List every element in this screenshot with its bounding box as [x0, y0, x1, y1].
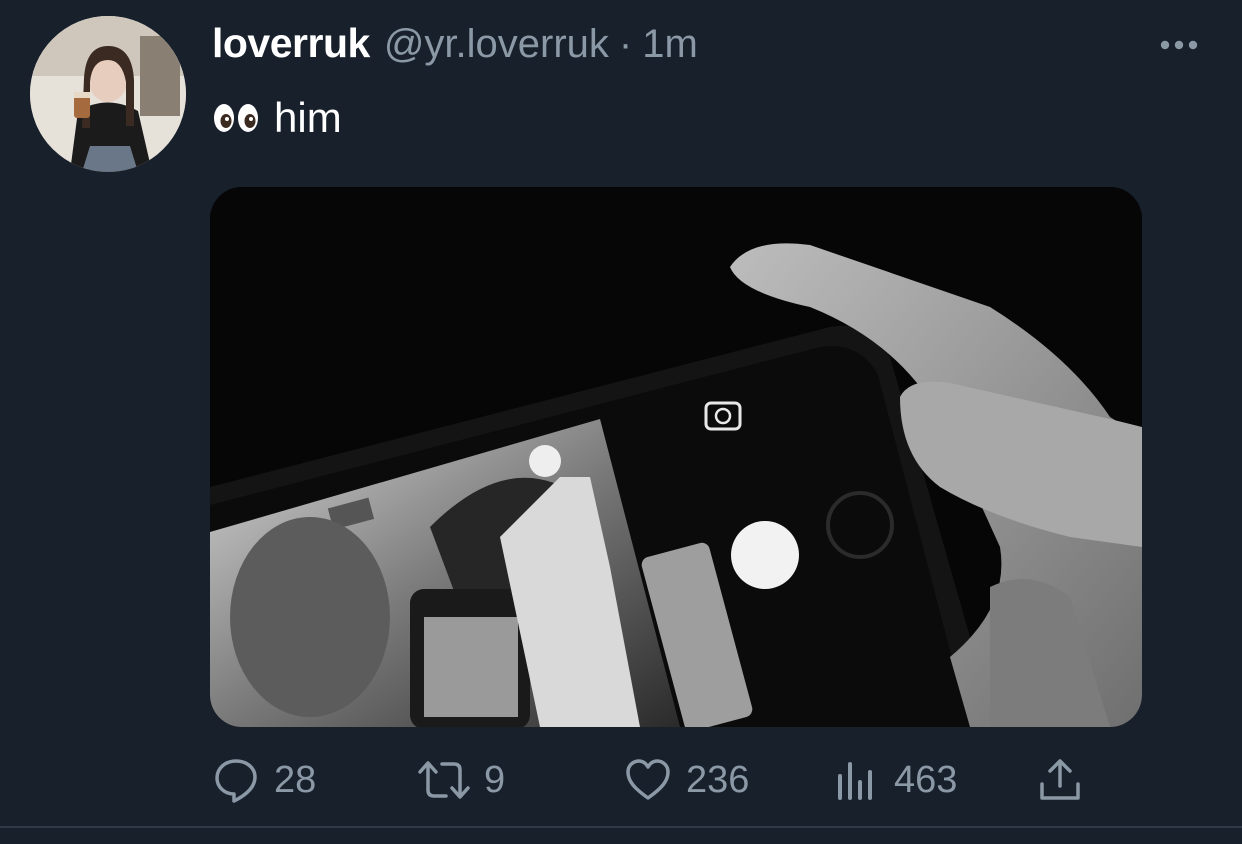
- reply-button[interactable]: 28: [212, 752, 316, 808]
- share-icon: [1040, 759, 1080, 800]
- action-bar: 28 9 236 463: [212, 752, 1092, 808]
- views-count: 463: [894, 758, 958, 801]
- more-horizontal-icon: [1160, 40, 1198, 50]
- retweet-count: 9: [484, 758, 506, 801]
- like-count: 236: [686, 758, 750, 801]
- share-button[interactable]: [1036, 752, 1098, 808]
- heart-icon: [626, 759, 670, 800]
- tweet-header: loverruk @yr.loverruk · 1m: [212, 20, 698, 72]
- tweet-text-body: him: [274, 94, 342, 141]
- more-options-button[interactable]: [1156, 30, 1202, 60]
- tweet-media[interactable]: [210, 187, 1142, 727]
- like-button[interactable]: 236: [624, 752, 749, 808]
- timestamp[interactable]: 1m: [642, 22, 698, 67]
- reply-count: 28: [274, 758, 317, 801]
- views-icon: [838, 762, 872, 800]
- divider: [0, 826, 1242, 828]
- user-handle[interactable]: @yr.loverruk: [384, 22, 609, 67]
- retweet-icon: [418, 761, 470, 799]
- media-photo: [210, 187, 1142, 727]
- eyes-emoji-icon: [214, 104, 258, 132]
- tweet[interactable]: loverruk @yr.loverruk · 1m him 28 9 236 …: [0, 0, 1242, 844]
- retweet-button[interactable]: 9: [414, 752, 505, 808]
- avatar-image: [30, 16, 186, 172]
- display-name[interactable]: loverruk: [212, 20, 370, 67]
- reply-icon: [215, 759, 257, 803]
- avatar[interactable]: [30, 16, 186, 172]
- tweet-text: him: [212, 94, 342, 142]
- views-button[interactable]: 463: [832, 752, 957, 808]
- separator-dot: ·: [618, 22, 633, 66]
